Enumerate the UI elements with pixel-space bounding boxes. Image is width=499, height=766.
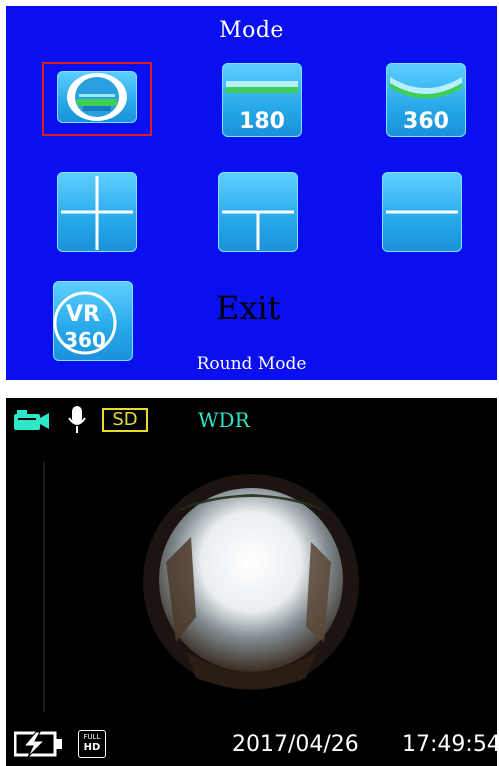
panorama-360-label: 360 — [403, 109, 449, 134]
wdr-indicator: WDR — [198, 408, 250, 432]
battery-charging-icon — [14, 731, 62, 758]
video-camera-icon — [14, 410, 49, 430]
dual-split-icon — [386, 210, 458, 214]
quad-split-icon — [61, 176, 133, 250]
current-mode-label: Round Mode — [196, 354, 307, 374]
mode-menu-title: Mode — [219, 18, 284, 43]
microphone-icon — [68, 406, 86, 433]
panorama-360-icon — [390, 77, 462, 99]
round-mode-icon — [67, 73, 127, 121]
camera-view-panel: SD WDR FULL HD 2017/04/26 17:49:54 — [6, 398, 499, 766]
mode-menu-panel: Mode 180 360 VR 360 Exit Round Mode — [6, 6, 497, 380]
mode-option-dual[interactable] — [382, 172, 462, 252]
fisheye-live-view — [43, 462, 359, 712]
triple-split-icon — [222, 210, 294, 250]
vr-text: VR — [66, 302, 100, 327]
panorama-180-icon — [226, 81, 298, 93]
date-display: 2017/04/26 — [232, 732, 359, 757]
mode-option-360[interactable]: 360 — [386, 63, 466, 137]
mode-option-triple[interactable] — [218, 172, 298, 252]
mode-option-quad[interactable] — [57, 172, 137, 252]
mode-option-vr360[interactable]: VR 360 — [53, 281, 133, 361]
vr-360-icon: VR 360 — [53, 291, 117, 355]
storage-badge: SD — [102, 408, 148, 432]
mode-option-180[interactable]: 180 — [222, 63, 302, 137]
resolution-badge: FULL HD — [78, 730, 106, 758]
resolution-line1: FULL — [83, 733, 101, 741]
panorama-180-label: 180 — [239, 109, 285, 134]
status-bar: SD WDR — [6, 398, 497, 440]
mode-option-round[interactable] — [57, 71, 137, 123]
time-display: 17:49:54 — [402, 732, 499, 757]
exit-button[interactable]: Exit — [216, 289, 281, 327]
vr-360-text: 360 — [64, 328, 106, 352]
resolution-line2: HD — [83, 742, 101, 753]
